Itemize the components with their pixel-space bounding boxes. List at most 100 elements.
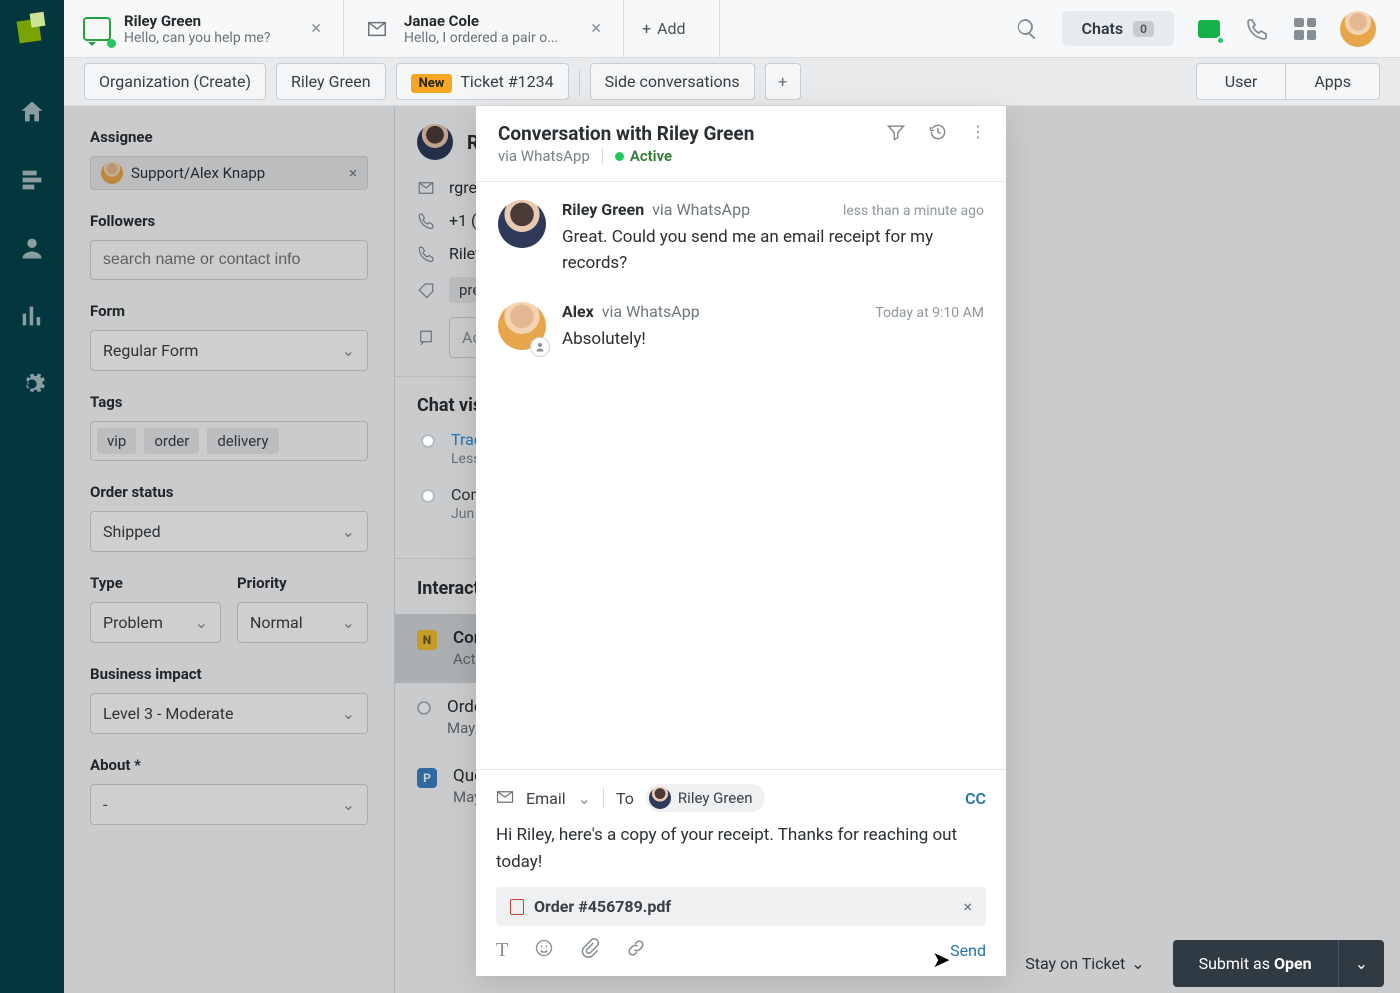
tab-org[interactable]: Organization (Create) xyxy=(84,63,266,100)
phone-icon[interactable] xyxy=(1244,16,1270,42)
type-label: Type xyxy=(90,574,221,592)
tab-right-apps[interactable]: Apps xyxy=(1286,64,1379,99)
type-select[interactable]: Problem⌄ xyxy=(90,602,221,643)
avatar xyxy=(101,162,123,184)
reply-channel[interactable]: Email xyxy=(526,789,566,808)
followers-label: Followers xyxy=(90,212,368,230)
logo[interactable] xyxy=(18,20,46,48)
attachment-chip[interactable]: Order #456789.pdf × xyxy=(496,887,986,926)
to-label: To xyxy=(616,789,634,808)
submit-dropdown[interactable]: ⌄ xyxy=(1339,940,1384,987)
chats-count: 0 xyxy=(1133,21,1154,37)
about-select[interactable]: -⌄ xyxy=(90,784,368,825)
tab-right-user[interactable]: User xyxy=(1197,64,1287,99)
timeline-dot xyxy=(421,434,435,448)
link-icon[interactable] xyxy=(626,938,646,962)
recipient-name: Riley Green xyxy=(678,789,753,807)
tab-user[interactable]: Riley Green xyxy=(276,63,386,100)
close-icon[interactable]: × xyxy=(307,18,325,39)
chevron-down-icon: ⌄ xyxy=(342,613,355,632)
reply-body[interactable]: Hi Riley, here's a copy of your receipt.… xyxy=(496,822,986,875)
conversation-status: Active xyxy=(630,147,672,165)
chevron-down-icon: ⌄ xyxy=(342,522,355,541)
form-select[interactable]: Regular Form⌄ xyxy=(90,330,368,371)
tab-ticket[interactable]: New Ticket #1234 xyxy=(396,63,569,100)
search-icon[interactable] xyxy=(1014,16,1040,42)
msg-author: Alex xyxy=(562,302,594,321)
submit-button[interactable]: Submit as Open ⌄ xyxy=(1173,940,1384,987)
msg-time: Today at 9:10 AM xyxy=(875,305,984,321)
history-icon[interactable] xyxy=(928,122,948,146)
agent-badge-icon xyxy=(530,337,550,357)
impact-label: Business impact xyxy=(90,665,368,683)
ticket-label: Ticket #1234 xyxy=(460,72,553,91)
text-format-icon[interactable]: T xyxy=(496,939,508,962)
timeline-dot xyxy=(421,489,435,503)
status-badge: P xyxy=(417,768,437,788)
tab-subtitle: Hello, can you help me? xyxy=(124,30,295,46)
customers-icon[interactable] xyxy=(18,234,46,262)
chevron-down-icon: ⌄ xyxy=(342,795,355,814)
tab-title: Janae Cole xyxy=(404,12,575,30)
priority-select[interactable]: Normal⌄ xyxy=(237,602,368,643)
conversation-title: Conversation with Riley Green xyxy=(498,122,874,145)
clear-icon[interactable]: × xyxy=(349,164,357,182)
order-status-select[interactable]: Shipped⌄ xyxy=(90,511,368,552)
chats-button[interactable]: Chats 0 xyxy=(1062,11,1174,46)
filter-icon[interactable] xyxy=(886,122,906,146)
email-icon xyxy=(362,14,392,44)
emoji-icon[interactable] xyxy=(534,938,554,962)
msg-channel: via WhatsApp xyxy=(602,302,700,321)
send-button[interactable]: Send xyxy=(950,941,986,960)
submit-state: Open xyxy=(1274,954,1312,973)
impact-select[interactable]: Level 3 - Moderate⌄ xyxy=(90,693,368,734)
email-icon xyxy=(496,789,514,808)
close-icon[interactable]: × xyxy=(587,18,605,39)
conversation-panel: Conversation with Riley Green via WhatsA… xyxy=(476,106,1006,976)
views-icon[interactable] xyxy=(18,166,46,194)
chevron-down-icon: ⌄ xyxy=(195,613,208,632)
priority-label: Priority xyxy=(237,574,368,592)
remove-attachment[interactable]: × xyxy=(963,897,972,916)
chevron-down-icon[interactable]: ⌄ xyxy=(578,789,591,808)
cursor: ➤ xyxy=(932,948,950,973)
divider xyxy=(603,788,604,808)
msg-body: Great. Could you send me an email receip… xyxy=(562,225,984,276)
pdf-icon xyxy=(510,899,524,915)
tab-side-conv[interactable]: Side conversations xyxy=(590,63,755,100)
profile-avatar[interactable] xyxy=(1340,11,1376,47)
assignee-field[interactable]: Support/Alex Knapp × xyxy=(90,156,368,190)
followers-input[interactable] xyxy=(90,240,368,280)
about-label: About * xyxy=(90,756,368,774)
chevron-down-icon: ⌄ xyxy=(342,341,355,360)
tag-chip: order xyxy=(144,428,199,454)
attachment-icon[interactable] xyxy=(580,938,600,962)
msg-channel: via WhatsApp xyxy=(652,200,750,219)
chevron-down-icon: ⌄ xyxy=(342,704,355,723)
order-status-label: Order status xyxy=(90,483,368,501)
tab-add[interactable]: + Add xyxy=(624,0,720,57)
divider xyxy=(579,69,580,95)
tab-ticket-2[interactable]: Janae Cole Hello, I ordered a pair o... … xyxy=(344,0,624,57)
tags-field[interactable]: vip order delivery xyxy=(90,421,368,461)
reports-icon[interactable] xyxy=(18,302,46,330)
tab-ticket-1[interactable]: Riley Green Hello, can you help me? × xyxy=(64,0,344,57)
home-icon[interactable] xyxy=(18,98,46,126)
tab-title: Riley Green xyxy=(124,12,295,30)
messaging-icon[interactable] xyxy=(1196,16,1222,42)
settings-icon[interactable] xyxy=(18,370,46,398)
tab-add-label: Add xyxy=(657,19,685,38)
tab-subtitle: Hello, I ordered a pair o... xyxy=(404,30,575,46)
add-side-conv[interactable]: + xyxy=(765,63,801,100)
apps-icon[interactable] xyxy=(1292,16,1318,42)
nav-rail xyxy=(0,0,64,993)
msg-author: Riley Green xyxy=(562,200,644,219)
cc-button[interactable]: CC xyxy=(965,789,986,808)
to-recipient[interactable]: Riley Green xyxy=(646,784,765,812)
assignee-label: Assignee xyxy=(90,128,368,146)
avatar xyxy=(417,124,453,160)
stay-on-ticket[interactable]: Stay on Ticket⌄ xyxy=(1025,954,1144,973)
new-badge: New xyxy=(411,74,453,93)
chevron-down-icon: ⌄ xyxy=(1131,954,1144,973)
more-icon[interactable]: ⋮ xyxy=(970,122,984,146)
